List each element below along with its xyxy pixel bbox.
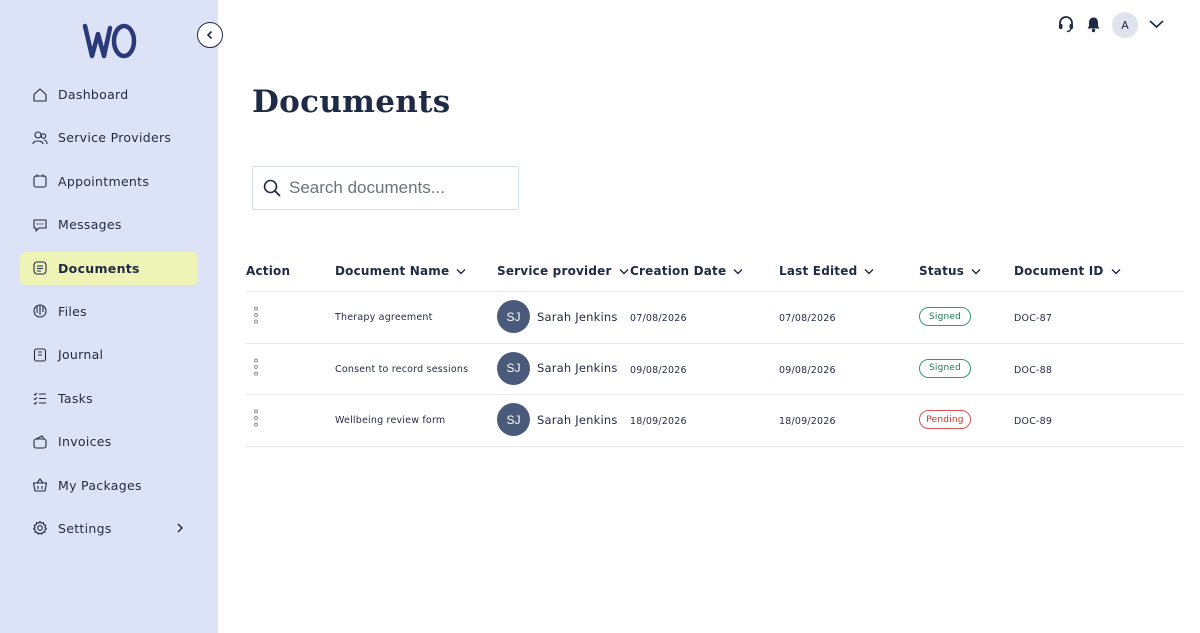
service-provider: SJ Sarah Jenkins <box>497 403 618 437</box>
service-provider: SJ Sarah Jenkins <box>497 351 618 385</box>
creation-date: 07/08/2026 <box>630 313 687 324</box>
provider-name: Sarah Jenkins <box>537 309 618 324</box>
wallet-icon <box>33 434 47 449</box>
documents-table: Action Document Name Service provider Cr… <box>246 250 1184 448</box>
document-name[interactable]: Therapy agreement <box>335 312 433 323</box>
sidebar-item-dashboard[interactable]: Dashboard <box>20 78 198 111</box>
table-header: Action Document Name Service provider Cr… <box>246 250 1184 292</box>
sidebar-item-messages[interactable]: Messages <box>20 208 198 241</box>
creation-date: 09/08/2026 <box>630 364 687 376</box>
sidebar-item-appointments[interactable]: Appointments <box>20 165 198 198</box>
last-edited-date: 18/09/2026 <box>779 416 836 428</box>
sidebar-item-tasks[interactable]: Tasks <box>20 382 198 415</box>
chevron-down-icon[interactable] <box>1148 18 1165 30</box>
document-name[interactable]: Wellbeing review form <box>335 415 445 426</box>
gear-icon <box>32 521 48 536</box>
sidebar-item-label: My Packages <box>58 477 142 493</box>
users-icon <box>32 131 48 145</box>
column-header-last-edited[interactable]: Last Edited <box>779 264 874 278</box>
sidebar-item-service-providers[interactable]: Service Providers <box>20 121 198 154</box>
brand-logo[interactable] <box>82 22 138 62</box>
avatar: SJ <box>497 351 530 385</box>
sidebar-item-my-packages[interactable]: My Packages <box>20 469 198 502</box>
tasks-icon <box>33 392 46 406</box>
column-header-action: Action <box>246 264 291 278</box>
status-badge: Signed <box>919 358 971 378</box>
last-edited-date: 09/08/2026 <box>779 364 836 376</box>
chevron-right-icon <box>177 523 183 533</box>
sidebar-item-files[interactable]: Files <box>20 295 198 328</box>
sidebar-item-documents[interactable]: Documents <box>20 251 198 285</box>
avatar: SJ <box>497 300 530 333</box>
sidebar-item-settings[interactable]: Settings <box>20 512 198 545</box>
sidebar-nav: Dashboard Service Providers Appointments… <box>20 78 198 555</box>
more-actions-icon[interactable] <box>254 358 258 376</box>
sidebar-item-journal[interactable]: Journal <box>20 338 198 371</box>
home-icon <box>33 87 47 102</box>
sidebar-item-label: Dashboard <box>58 87 129 102</box>
sidebar-collapse-button[interactable] <box>197 22 223 48</box>
document-name[interactable]: Consent to record sessions <box>335 364 468 375</box>
sidebar: Dashboard Service Providers Appointments… <box>0 0 218 633</box>
table-row[interactable]: Consent to record sessions SJ Sarah Jenk… <box>246 344 1184 396</box>
sidebar-item-label: Documents <box>58 260 140 276</box>
headset-icon[interactable] <box>1057 15 1075 33</box>
calendar-icon <box>33 174 47 188</box>
table-row[interactable]: Therapy agreement SJ Sarah Jenkins 07/08… <box>246 292 1184 344</box>
journal-icon <box>33 348 47 362</box>
creation-date: 18/09/2026 <box>630 416 687 428</box>
column-header-document-id[interactable]: Document ID <box>1014 264 1121 278</box>
sidebar-item-label: Files <box>58 303 87 319</box>
column-header-creation-date[interactable]: Creation Date <box>630 264 743 278</box>
status-badge: Pending <box>919 410 971 430</box>
search-box[interactable] <box>252 166 519 210</box>
table-row[interactable]: Wellbeing review form SJ Sarah Jenkins 1… <box>246 395 1184 448</box>
sidebar-item-label: Service Providers <box>58 130 172 146</box>
chevron-down-icon <box>619 268 629 274</box>
chevron-down-icon <box>1111 268 1121 274</box>
last-edited-date: 07/08/2026 <box>779 313 836 324</box>
more-actions-icon[interactable] <box>254 409 258 427</box>
avatar: SJ <box>497 403 530 437</box>
page-title: Documents <box>252 84 451 120</box>
search-icon <box>263 179 281 197</box>
user-avatar[interactable]: A <box>1112 12 1138 38</box>
bell-icon[interactable] <box>1086 16 1101 33</box>
chevron-down-icon <box>733 268 743 274</box>
sidebar-item-label: Tasks <box>58 390 93 406</box>
sidebar-item-invoices[interactable]: Invoices <box>20 425 198 458</box>
document-id: DOC-89 <box>1014 416 1053 428</box>
chevron-down-icon <box>864 268 874 274</box>
provider-name: Sarah Jenkins <box>537 361 618 376</box>
provider-name: Sarah Jenkins <box>537 412 618 427</box>
sidebar-item-label: Invoices <box>58 434 112 450</box>
chevron-down-icon <box>456 268 466 274</box>
column-header-service-provider[interactable]: Service provider <box>497 264 629 278</box>
search-input[interactable] <box>289 178 499 198</box>
document-icon <box>33 261 47 275</box>
more-actions-icon[interactable] <box>254 306 258 324</box>
sidebar-item-label: Settings <box>58 520 112 536</box>
service-provider: SJ Sarah Jenkins <box>497 300 618 333</box>
basket-icon <box>32 478 48 492</box>
files-icon <box>33 304 47 319</box>
document-id: DOC-88 <box>1014 364 1053 376</box>
chat-icon <box>33 219 47 232</box>
sidebar-item-label: Messages <box>58 217 122 233</box>
document-id: DOC-87 <box>1014 313 1053 324</box>
status-badge: Signed <box>919 307 971 326</box>
sidebar-item-label: Appointments <box>58 173 150 189</box>
sidebar-item-label: Journal <box>58 347 104 363</box>
column-header-status[interactable]: Status <box>919 264 981 278</box>
column-header-document-name[interactable]: Document Name <box>335 264 466 278</box>
chevron-left-icon <box>206 30 213 40</box>
chevron-down-icon <box>971 268 981 274</box>
